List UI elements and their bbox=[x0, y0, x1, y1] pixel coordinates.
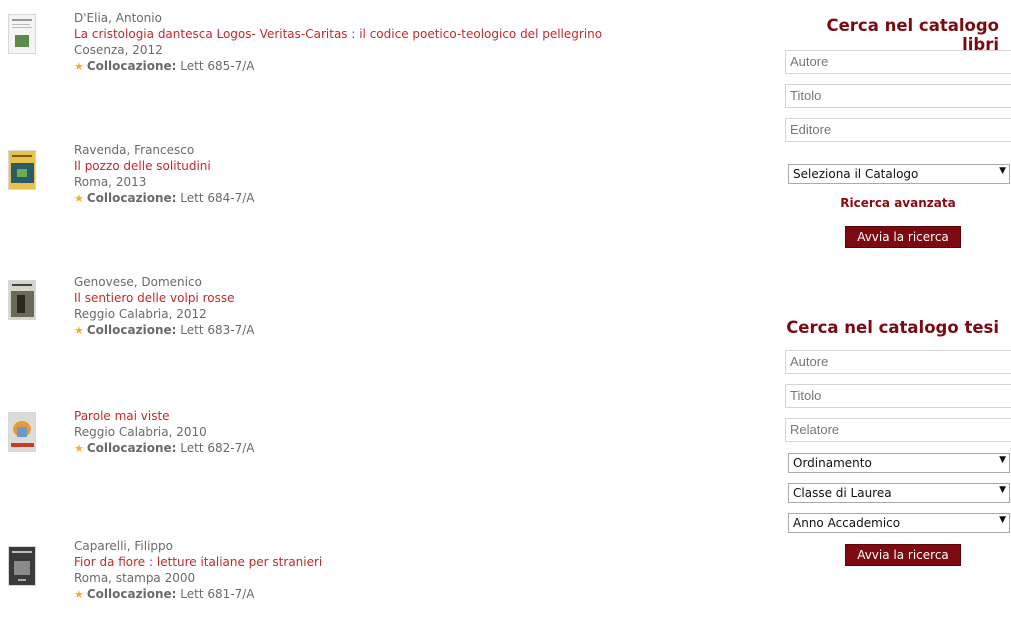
chevron-down-icon: ▼ bbox=[999, 166, 1006, 176]
star-icon: ★ bbox=[74, 60, 84, 73]
book-author: Caparelli, Filippo bbox=[74, 539, 173, 553]
location-label: Collocazione: bbox=[86, 323, 177, 337]
search-theses-button[interactable]: Avvia la ricerca bbox=[845, 544, 961, 566]
search-theses-heading: Cerca nel catalogo tesi bbox=[786, 318, 999, 337]
location-label: Collocazione: bbox=[86, 587, 177, 601]
supervisor-input[interactable]: Relatore bbox=[785, 418, 1011, 442]
degree-class-select[interactable]: Classe di Laurea ▼ bbox=[788, 483, 1010, 503]
book-cover-image[interactable] bbox=[8, 280, 36, 320]
book-meta: Ravenda, Francesco Il pozzo delle solitu… bbox=[74, 142, 254, 207]
star-icon: ★ bbox=[74, 588, 84, 601]
sort-select-value: Ordinamento bbox=[793, 456, 872, 470]
catalog-select[interactable]: Seleziona il Catalogo ▼ bbox=[788, 164, 1010, 184]
book-title-link[interactable]: Parole mai viste bbox=[74, 408, 254, 424]
location-value: Lett 684-7/A bbox=[180, 191, 255, 205]
thesis-title-input[interactable]: Titolo bbox=[785, 384, 1011, 408]
book-location: ★ Collocazione: Lett 681-7/A bbox=[74, 586, 322, 603]
search-books-button[interactable]: Avvia la ricerca bbox=[845, 226, 961, 248]
book-title-link[interactable]: Il pozzo delle solitudini bbox=[74, 158, 254, 174]
book-author: Ravenda, Francesco bbox=[74, 143, 195, 157]
book-author: Genovese, Domenico bbox=[74, 275, 202, 289]
book-publication: Reggio Calabria, 2010 bbox=[74, 425, 207, 439]
book-cover-image[interactable] bbox=[8, 546, 36, 586]
book-location: ★ Collocazione: Lett 682-7/A bbox=[74, 440, 254, 457]
book-publication: Cosenza, 2012 bbox=[74, 43, 163, 57]
book-title-link[interactable]: Il sentiero delle volpi rosse bbox=[74, 290, 254, 306]
location-label: Collocazione: bbox=[86, 441, 177, 455]
search-books-panel: Cerca nel catalogo libri Autore Titolo E… bbox=[785, 16, 1011, 256]
author-input[interactable]: Autore bbox=[785, 50, 1011, 74]
location-value: Lett 683-7/A bbox=[180, 323, 255, 337]
star-icon: ★ bbox=[74, 324, 84, 337]
book-author: D'Elia, Antonio bbox=[74, 11, 162, 25]
book-cover-image[interactable] bbox=[8, 412, 36, 452]
book-title-link[interactable]: Fior da fiore : letture italiane per str… bbox=[74, 554, 322, 570]
book-cover-image[interactable] bbox=[8, 150, 36, 190]
search-theses-panel: Cerca nel catalogo tesi Autore Titolo Re… bbox=[785, 318, 1011, 578]
publisher-input[interactable]: Editore bbox=[785, 118, 1011, 142]
degree-class-select-value: Classe di Laurea bbox=[793, 486, 892, 500]
location-value: Lett 681-7/A bbox=[180, 587, 255, 601]
location-value: Lett 685-7/A bbox=[180, 59, 255, 73]
chevron-down-icon: ▼ bbox=[999, 485, 1006, 495]
book-location: ★ Collocazione: Lett 684-7/A bbox=[74, 190, 254, 207]
sort-select[interactable]: Ordinamento ▼ bbox=[788, 453, 1010, 473]
book-title-link[interactable]: La cristologia dantesca Logos- Veritas-C… bbox=[74, 26, 602, 42]
book-cover-image[interactable] bbox=[8, 14, 36, 54]
book-meta: D'Elia, Antonio La cristologia dantesca … bbox=[74, 10, 602, 75]
book-meta: Genovese, Domenico Il sentiero delle vol… bbox=[74, 274, 254, 339]
chevron-down-icon: ▼ bbox=[999, 515, 1006, 525]
title-input[interactable]: Titolo bbox=[785, 84, 1011, 108]
book-publication: Reggio Calabria, 2012 bbox=[74, 307, 207, 321]
star-icon: ★ bbox=[74, 442, 84, 455]
book-meta: Caparelli, Filippo Fior da fiore : lettu… bbox=[74, 538, 322, 603]
book-meta: Parole mai viste Reggio Calabria, 2010 ★… bbox=[74, 408, 254, 457]
advanced-search-link[interactable]: Ricerca avanzata bbox=[785, 196, 1011, 210]
search-books-heading: Cerca nel catalogo libri bbox=[826, 16, 999, 54]
academic-year-select-value: Anno Accademico bbox=[793, 516, 901, 530]
academic-year-select[interactable]: Anno Accademico ▼ bbox=[788, 513, 1010, 533]
book-publication: Roma, 2013 bbox=[74, 175, 147, 189]
book-publication: Roma, stampa 2000 bbox=[74, 571, 196, 585]
star-icon: ★ bbox=[74, 192, 84, 205]
catalog-select-value: Seleziona il Catalogo bbox=[793, 167, 919, 181]
book-item: D'Elia, Antonio La cristologia dantesca … bbox=[0, 10, 700, 100]
book-location: ★ Collocazione: Lett 683-7/A bbox=[74, 322, 254, 339]
book-item: Parole mai viste Reggio Calabria, 2010 ★… bbox=[0, 408, 700, 498]
book-item: Genovese, Domenico Il sentiero delle vol… bbox=[0, 274, 700, 364]
location-value: Lett 682-7/A bbox=[180, 441, 255, 455]
location-label: Collocazione: bbox=[86, 59, 177, 73]
location-label: Collocazione: bbox=[86, 191, 177, 205]
book-location: ★ Collocazione: Lett 685-7/A bbox=[74, 58, 602, 75]
chevron-down-icon: ▼ bbox=[999, 455, 1006, 465]
thesis-author-input[interactable]: Autore bbox=[785, 350, 1011, 374]
book-item: Caparelli, Filippo Fior da fiore : lettu… bbox=[0, 538, 700, 628]
book-item: Ravenda, Francesco Il pozzo delle solitu… bbox=[0, 142, 700, 232]
